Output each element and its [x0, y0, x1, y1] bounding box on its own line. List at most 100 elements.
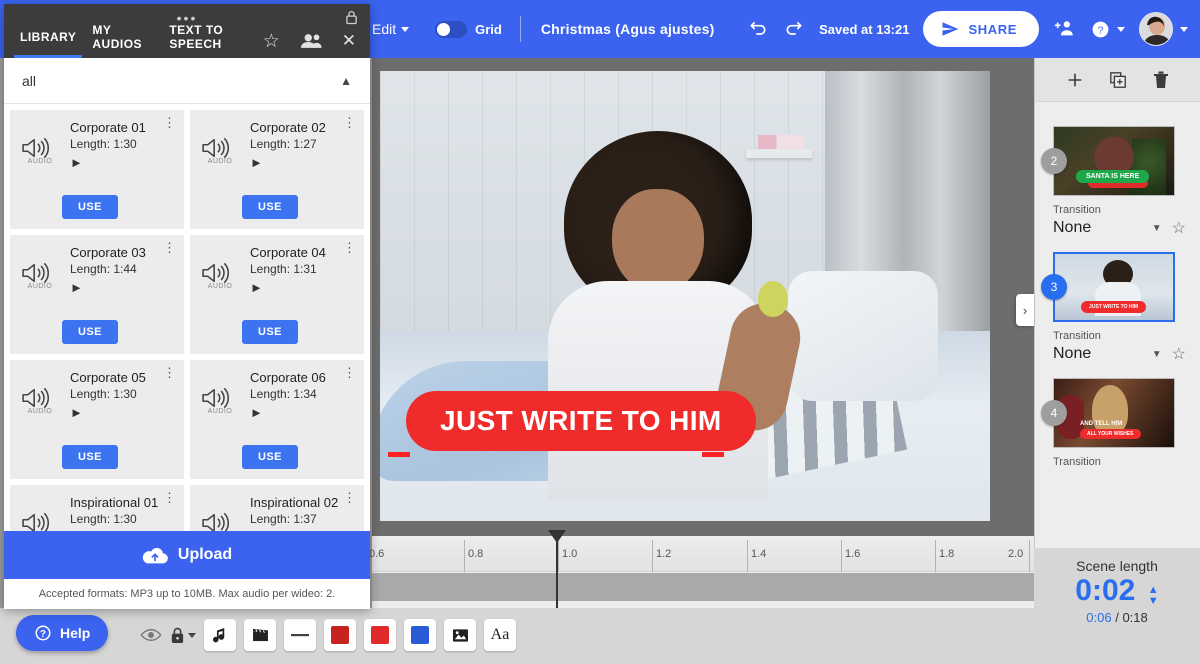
scene-length-stepper[interactable]: ▲ ▼ [1148, 584, 1159, 607]
scene-length-panel: Scene length 0:02 ▲ ▼ 0:06 / 0:18 [1034, 548, 1200, 664]
audio-track-grid[interactable]: ⋮ AUDIO Corporate 01 Length: 1:30 ► USE … [4, 104, 370, 531]
play-icon[interactable]: ► [70, 155, 176, 170]
transition-row[interactable]: None ▼ ☆ [1053, 218, 1190, 238]
audio-panel-tabs: LIBRARY MY AUDIOS TEXT TO SPEECH ☆ ✕ [4, 23, 370, 58]
undo-icon[interactable] [747, 19, 769, 39]
upload-button[interactable]: Upload [4, 531, 370, 579]
resize-handle-right[interactable] [702, 452, 724, 457]
people-icon[interactable] [300, 33, 322, 49]
scene-caption: ALL YOUR WISHES [1080, 429, 1141, 439]
more-vertical-icon[interactable]: ⋮ [163, 491, 176, 504]
help-button[interactable]: ? Help [16, 615, 109, 651]
audio-type-label: AUDIO [207, 158, 233, 165]
video-clapper-icon[interactable] [244, 619, 276, 651]
chevron-down-icon [1180, 26, 1188, 32]
audio-card[interactable]: ⋮ AUDIO Corporate 05 Length: 1:30 ► USE [10, 360, 184, 479]
music-note-icon[interactable] [204, 619, 236, 651]
transition-row[interactable]: None ▼ ☆ [1053, 344, 1190, 364]
use-button[interactable]: USE [62, 320, 118, 344]
time-separator: / [1115, 610, 1119, 625]
timeline[interactable]: 0.6 0.8 1.0 1.2 1.4 1.6 1.8 2.0 [369, 530, 1034, 608]
line-shape-icon[interactable] [284, 619, 316, 651]
more-vertical-icon[interactable]: ⋮ [163, 241, 176, 254]
audio-card[interactable]: ⋮ AUDIO Corporate 01 Length: 1:30 ► USE [10, 110, 184, 229]
more-vertical-icon[interactable]: ⋮ [163, 366, 176, 379]
scene-thumbnail[interactable]: SANTA IS HERE [1053, 126, 1175, 196]
edit-menu[interactable]: Edit [372, 21, 410, 37]
color-swatch-red[interactable] [364, 619, 396, 651]
timeline-tick-label: 2.0 [1008, 548, 1024, 560]
panel-collapse-toggle[interactable]: › [1016, 294, 1034, 326]
audio-card[interactable]: ⋮ AUDIO Inspirational 01 Length: 1:30 ► … [10, 485, 184, 531]
redo-icon[interactable] [783, 19, 805, 39]
chevron-up-icon[interactable]: ▲ [340, 74, 352, 88]
more-vertical-icon[interactable]: ⋮ [343, 116, 356, 129]
add-person-icon[interactable] [1053, 18, 1077, 40]
more-vertical-icon[interactable]: ⋮ [343, 241, 356, 254]
audio-card[interactable]: ⋮ AUDIO Corporate 03 Length: 1:44 ► USE [10, 235, 184, 354]
scene-thumbnail[interactable]: JUST WRITE TO HIM [1053, 252, 1175, 322]
color-swatch-blue[interactable] [404, 619, 436, 651]
project-title[interactable]: Christmas (Agus ajustes) [541, 21, 715, 37]
timeline-tick-label: 1.0 [562, 548, 578, 560]
play-icon[interactable]: ► [250, 155, 356, 170]
image-icon[interactable] [444, 619, 476, 651]
scene-text-banner[interactable]: JUST WRITE TO HIM [406, 391, 756, 451]
help-button-label: Help [60, 625, 91, 641]
share-button[interactable]: SHARE [923, 11, 1039, 47]
use-button[interactable]: USE [242, 445, 298, 469]
scene-item[interactable]: JUST WRITE TO HIM 3 Transition None ▼ ☆ [1041, 252, 1190, 364]
delete-scene-button[interactable] [1153, 71, 1169, 89]
visibility-eye-icon[interactable] [140, 628, 162, 642]
lock-icon[interactable] [345, 10, 358, 25]
transition-value[interactable]: None [1053, 219, 1091, 237]
scene-thumbnail[interactable]: AND TELL HIM ALL YOUR WISHES [1053, 378, 1175, 448]
avatar[interactable] [1139, 12, 1188, 46]
star-icon[interactable]: ☆ [1172, 218, 1190, 238]
audio-card[interactable]: ⋮ AUDIO Inspirational 02 Length: 1:37 ► … [190, 485, 364, 531]
use-button[interactable]: USE [62, 195, 118, 219]
audio-type-label: AUDIO [27, 408, 53, 415]
color-swatch-dark-red[interactable] [324, 619, 356, 651]
resize-handle-left[interactable] [388, 452, 410, 457]
play-icon[interactable]: ► [250, 280, 356, 295]
star-icon[interactable]: ☆ [263, 30, 280, 53]
audio-title: Inspirational 01 [70, 495, 159, 510]
duplicate-scene-button[interactable] [1109, 71, 1127, 89]
text-icon[interactable]: Aa [484, 619, 516, 651]
video-editor-app: Edit Grid Christmas (Agus ajustes) Saved… [0, 0, 1200, 664]
use-button[interactable]: USE [62, 445, 118, 469]
timeline-ruler[interactable]: 0.6 0.8 1.0 1.2 1.4 1.6 1.8 2.0 [369, 540, 1034, 572]
audio-card[interactable]: ⋮ AUDIO Corporate 02 Length: 1:27 ► USE [190, 110, 364, 229]
transition-value[interactable]: None [1053, 345, 1091, 363]
tab-library[interactable]: LIBRARY [13, 24, 83, 58]
lock-control[interactable] [170, 627, 196, 644]
use-button[interactable]: USE [242, 195, 298, 219]
bottom-toolbar-tools: Aa [140, 619, 516, 651]
tab-text-to-speech[interactable]: TEXT TO SPEECH [169, 23, 262, 58]
use-button[interactable]: USE [242, 320, 298, 344]
chevron-down-icon[interactable]: ▼ [1152, 349, 1168, 360]
help-circle-icon[interactable]: ? [1091, 20, 1125, 39]
scene-item[interactable]: AND TELL HIM ALL YOUR WISHES 4 Transitio… [1041, 378, 1190, 468]
scene-canvas[interactable]: JUST WRITE TO HIM [380, 71, 990, 521]
timeline-track[interactable] [372, 573, 1034, 601]
audio-card[interactable]: ⋮ AUDIO Corporate 04 Length: 1:31 ► USE [190, 235, 364, 354]
close-icon[interactable]: ✕ [342, 31, 356, 51]
grid-toggle[interactable] [435, 20, 468, 38]
audio-filter-dropdown[interactable]: all ▲ [4, 58, 370, 104]
star-icon[interactable]: ☆ [1172, 344, 1190, 364]
more-vertical-icon[interactable]: ⋮ [343, 366, 356, 379]
more-vertical-icon[interactable]: ⋮ [163, 116, 176, 129]
audio-card[interactable]: ⋮ AUDIO Corporate 06 Length: 1:34 ► USE [190, 360, 364, 479]
play-icon[interactable]: ► [70, 280, 176, 295]
chevron-down-icon[interactable]: ▼ [1152, 223, 1168, 234]
audio-library-panel: ••• LIBRARY MY AUDIOS TEXT TO SPEECH ☆ ✕… [4, 4, 370, 609]
play-icon[interactable]: ► [70, 405, 176, 420]
play-icon[interactable]: ► [250, 405, 356, 420]
more-vertical-icon[interactable]: ⋮ [343, 491, 356, 504]
add-scene-button[interactable] [1066, 71, 1084, 89]
timeline-playhead[interactable] [548, 530, 566, 608]
tab-my-audios[interactable]: MY AUDIOS [92, 23, 153, 58]
scene-item[interactable]: SANTA IS HERE 2 Transition None ▼ ☆ [1041, 126, 1190, 238]
